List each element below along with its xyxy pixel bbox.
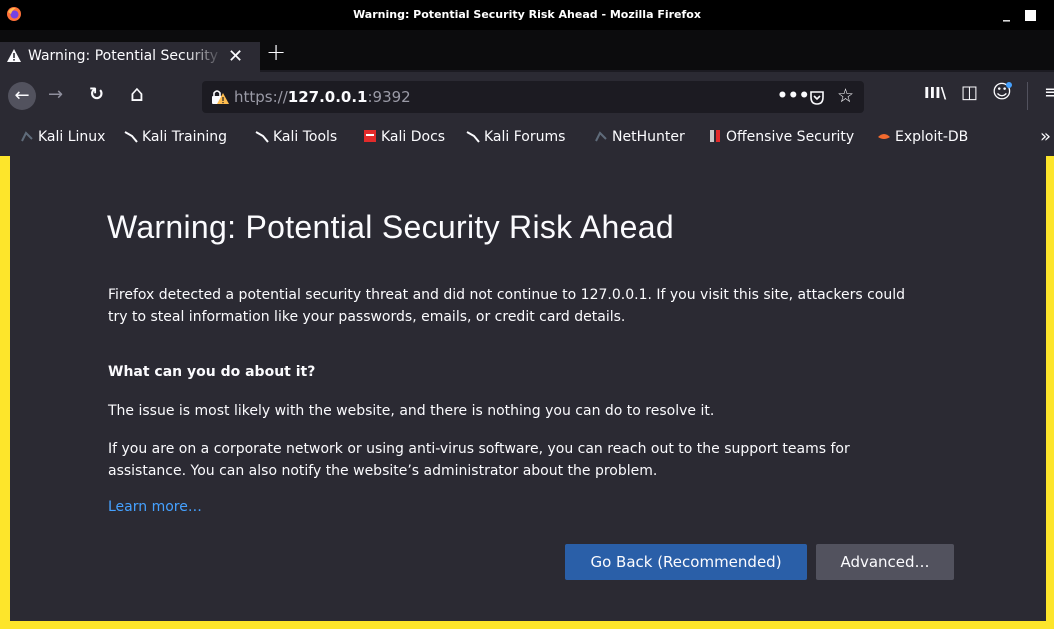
url-host: 127.0.0.1 [287, 88, 368, 106]
exploitdb-icon [878, 134, 890, 139]
bookmarks-overflow-chevron-icon[interactable]: » [1040, 126, 1051, 147]
menu-button[interactable]: ≡ [1044, 82, 1054, 103]
toolbar-divider [1027, 82, 1028, 110]
url-port: :9392 [367, 88, 411, 106]
minimize-button[interactable]: _ [1003, 6, 1010, 22]
bookmark-kali-linux[interactable]: Kali Linux [20, 129, 105, 145]
sidebar-button[interactable]: ◫ [961, 82, 978, 103]
bookmark-nethunter[interactable]: NetHunter [594, 129, 685, 145]
bookmark-offensive-security[interactable]: Offensive Security [708, 129, 854, 145]
tab-title: Warning: Potential Security Risk Ahead [28, 48, 224, 64]
kali-dragon-icon [255, 131, 269, 143]
notification-dot [1006, 82, 1012, 88]
page-actions-button[interactable]: ••• [777, 86, 810, 106]
navigation-toolbar: ← → ↻ ⌂ https://127.0.0.1:9392 ••• ☆ III… [0, 72, 1054, 120]
bookmark-star-icon[interactable]: ☆ [837, 85, 854, 107]
forward-button[interactable]: → [48, 84, 63, 105]
pocket-icon[interactable] [809, 89, 825, 105]
tab-active[interactable]: Warning: Potential Security Risk Ahead ✕ [0, 42, 260, 72]
bookmark-exploit-db[interactable]: Exploit-DB [877, 129, 968, 145]
intro-text: Firefox detected a potential security th… [108, 287, 906, 325]
bookmark-kali-forums[interactable]: Kali Forums [466, 129, 565, 145]
offsec-icon [710, 130, 720, 142]
url-scheme: https:// [234, 88, 288, 106]
window-titlebar: Warning: Potential Security Risk Ahead -… [0, 0, 1054, 30]
bookmarks-toolbar: Kali Linux Kali Training Kali Tools Kali… [0, 120, 1054, 156]
reload-button[interactable]: ↻ [89, 84, 104, 105]
advanced-button[interactable]: Advanced… [816, 544, 954, 580]
new-tab-button[interactable]: + [266, 38, 286, 66]
maximize-button[interactable] [1025, 10, 1036, 21]
corporate-network-paragraph: If you are on a corporate network or usi… [108, 441, 850, 479]
insecure-lock-icon [212, 90, 229, 104]
bookmark-kali-docs[interactable]: Kali Docs [363, 129, 445, 145]
learn-more-link[interactable]: Learn more… [108, 499, 202, 515]
url-bar[interactable]: https://127.0.0.1:9392 ••• ☆ [202, 81, 864, 113]
bookmark-kali-tools[interactable]: Kali Tools [255, 129, 337, 145]
issue-paragraph: The issue is most likely with the websit… [108, 403, 715, 419]
home-button[interactable]: ⌂ [130, 82, 144, 107]
go-back-button[interactable]: Go Back (Recommended) [565, 544, 807, 580]
bookmark-kali-training[interactable]: Kali Training [124, 129, 227, 145]
window-title: Warning: Potential Security Risk Ahead -… [353, 8, 701, 21]
kali-dragon-icon [124, 131, 138, 143]
what-can-you-do-heading: What can you do about it? [108, 364, 316, 380]
kali-dragon-icon [466, 131, 480, 143]
library-button[interactable]: III\ [924, 84, 946, 102]
page-title: Warning: Potential Security Risk Ahead [107, 209, 674, 245]
tab-close-button[interactable]: ✕ [228, 46, 243, 67]
back-button[interactable]: ← [8, 82, 36, 110]
warning-icon [7, 49, 21, 62]
url-text[interactable]: https://127.0.0.1:9392 [234, 88, 411, 106]
kali-dragon-icon [21, 131, 33, 142]
kali-docs-icon [364, 130, 376, 142]
kali-dragon-icon [595, 131, 607, 142]
